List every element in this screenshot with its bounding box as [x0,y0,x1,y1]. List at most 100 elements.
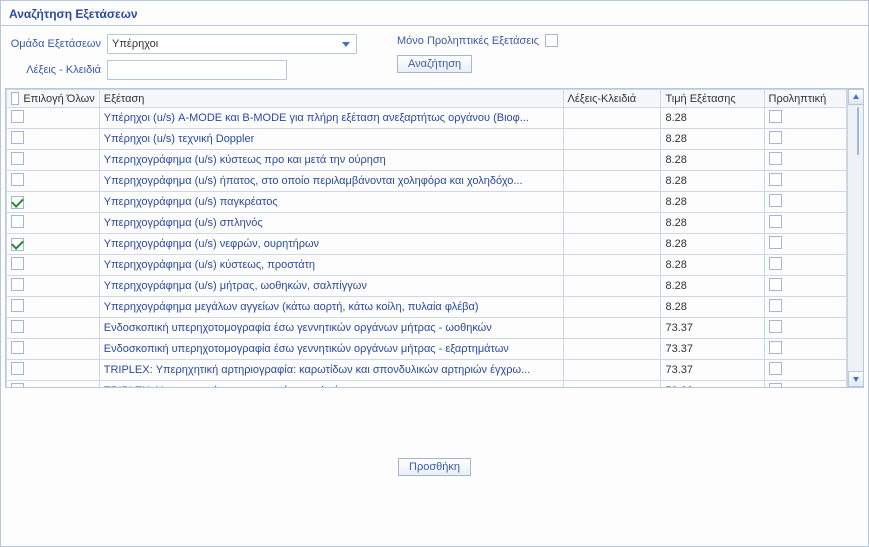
keywords-cell [563,129,661,150]
table-row[interactable]: Υπερηχογράφημα (u/s) κύστεως προ και μετ… [7,150,847,171]
add-button[interactable]: Προσθήκη [398,458,471,476]
exam-name-cell: Υπερηχογράφημα μεγάλων αγγείων (κάτω αορ… [99,297,563,318]
preventive-checkbox[interactable] [769,257,782,270]
preventive-checkbox[interactable] [769,215,782,228]
row-select-checkbox[interactable] [11,341,24,354]
keywords-cell [563,234,661,255]
preventive-checkbox[interactable] [769,152,782,165]
dialog-title: Αναζήτηση Εξετάσεων [1,1,868,26]
keywords-cell [563,108,661,129]
keywords-cell [563,255,661,276]
row-select-checkbox[interactable] [11,215,24,228]
table-row[interactable]: Υπερηχογράφημα (u/s) κύστεως, προστάτη 8.… [7,255,847,276]
row-select-checkbox[interactable] [11,299,24,312]
keywords-cell [563,360,661,381]
col-header-price[interactable]: Τιμή Εξέτασης [661,90,764,108]
row-select-checkbox[interactable] [11,257,24,270]
keywords-cell [563,381,661,388]
preventive-checkbox[interactable] [769,110,782,123]
group-label: Ομάδα Εξετάσεων [9,38,101,50]
price-cell: 8.28 [661,276,764,297]
chevron-down-icon [338,36,354,52]
preventive-checkbox[interactable] [769,173,782,186]
price-cell: 73.37 [661,339,764,360]
exam-group-select[interactable]: Υπέρηχοι [107,34,357,54]
preventive-checkbox[interactable] [769,320,782,333]
preventive-checkbox[interactable] [769,278,782,291]
table-row[interactable]: Υπέρηχοι (u/s) τεχνική Doppler 8.28 [7,129,847,150]
price-cell: 73.37 [661,360,764,381]
keywords-label: Λέξεις - Κλειδιά [9,64,101,76]
row-select-checkbox[interactable] [11,196,24,209]
preventive-only-checkbox[interactable] [545,34,558,47]
table-row[interactable]: TRIPLEX: Υπερηχητική αρτηριογραφία αορτή… [7,381,847,388]
exam-name-cell: Ενδοσκοπική υπερηχοτομογραφία έσω γεννητ… [99,318,563,339]
row-select-checkbox[interactable] [11,383,24,387]
table-row[interactable]: Υπερηχογράφημα (u/s) παγκρέατος 8.28 [7,192,847,213]
search-button[interactable]: Αναζήτηση [397,55,472,73]
vertical-scrollbar[interactable] [847,89,863,387]
exam-name-cell: Υπερηχογράφημα (u/s) μήτρας, ωοθηκών, σα… [99,276,563,297]
scroll-up-icon[interactable] [848,89,864,105]
exam-name-cell: Υπερηχογράφημα (u/s) σπληνός [99,213,563,234]
preventive-checkbox[interactable] [769,341,782,354]
price-cell: 8.28 [661,192,764,213]
preventive-checkbox[interactable] [769,383,782,387]
preventive-checkbox[interactable] [769,362,782,375]
table-row[interactable]: Ενδοσκοπική υπερηχοτομογραφία έσω γεννητ… [7,339,847,360]
table-row[interactable]: Υπερηχογράφημα (u/s) νεφρών, ουρητήρων8.… [7,234,847,255]
preventive-checkbox[interactable] [769,194,782,207]
exam-name-cell: TRIPLEX: Υπερηχητική αρτηριογραφία αορτή… [99,381,563,388]
row-select-checkbox[interactable] [11,110,24,123]
price-cell: 8.28 [661,108,764,129]
col-header-preventive[interactable]: Προληπτική [764,90,846,108]
scroll-down-icon[interactable] [848,371,864,387]
table-row[interactable]: Ενδοσκοπική υπερηχοτομογραφία έσω γεννητ… [7,318,847,339]
row-select-checkbox[interactable] [11,320,24,333]
results-area: Επιλογή Όλων Εξέταση Λέξεις-Κλειδιά Τιμή… [1,88,868,388]
preventive-checkbox[interactable] [769,236,782,249]
exam-name-cell: Υπερηχογράφημα (u/s) νεφρών, ουρητήρων [99,234,563,255]
keywords-cell [563,171,661,192]
col-header-keywords[interactable]: Λέξεις-Κλειδιά [563,90,661,108]
price-cell: 8.28 [661,213,764,234]
preventive-only-label: Μόνο Προληπτικές Εξετάσεις [397,35,539,47]
filter-panel: Ομάδα Εξετάσεων Υπέρηχοι Λέξεις - Κλειδι… [1,26,868,88]
row-select-checkbox[interactable] [11,278,24,291]
row-select-checkbox[interactable] [11,238,24,251]
row-select-checkbox[interactable] [11,173,24,186]
keywords-cell [563,297,661,318]
preventive-checkbox[interactable] [769,299,782,312]
exam-name-cell: Υπερηχογράφημα (u/s) παγκρέατος [99,192,563,213]
col-header-exam[interactable]: Εξέταση [99,90,563,108]
footer: Προσθήκη [1,388,868,546]
price-cell: 8.28 [661,171,764,192]
row-select-checkbox[interactable] [11,152,24,165]
price-cell: 8.28 [661,129,764,150]
keywords-cell [563,339,661,360]
table-row[interactable]: Υπέρηχοι (u/s) A-MODE και B-MODE για πλή… [7,108,847,129]
price-cell: 8.28 [661,150,764,171]
table-row[interactable]: Υπερηχογράφημα μεγάλων αγγείων (κάτω αορ… [7,297,847,318]
keywords-cell [563,276,661,297]
row-select-checkbox[interactable] [11,131,24,144]
table-row[interactable]: Υπερηχογράφημα (u/s) σπληνός 8.28 [7,213,847,234]
exam-group-value: Υπέρηχοι [112,38,158,50]
exam-name-cell: Υπέρηχοι (u/s) τεχνική Doppler [99,129,563,150]
row-select-checkbox[interactable] [11,362,24,375]
exam-name-cell: Υπέρηχοι (u/s) A-MODE και B-MODE για πλή… [99,108,563,129]
scroll-thumb[interactable] [857,107,859,155]
table-row[interactable]: Υπερηχογράφημα (u/s) μήτρας, ωοθηκών, σα… [7,276,847,297]
price-cell: 8.28 [661,255,764,276]
price-cell: 73.37 [661,318,764,339]
table-row[interactable]: TRIPLEX: Υπερηχητική αρτηριογραφία: καρω… [7,360,847,381]
keywords-input[interactable] [107,60,287,80]
preventive-checkbox[interactable] [769,131,782,144]
exam-name-cell: Υπερηχογράφημα (u/s) κύστεως, προστάτη [99,255,563,276]
keywords-cell [563,213,661,234]
price-cell: 8.28 [661,297,764,318]
search-exams-dialog: Αναζήτηση Εξετάσεων Ομάδα Εξετάσεων Υπέρ… [0,0,869,547]
table-row[interactable]: Υπερηχογράφημα (u/s) ήπατος, στο οποίο π… [7,171,847,192]
keywords-cell [563,318,661,339]
select-all-checkbox[interactable] [11,92,19,105]
